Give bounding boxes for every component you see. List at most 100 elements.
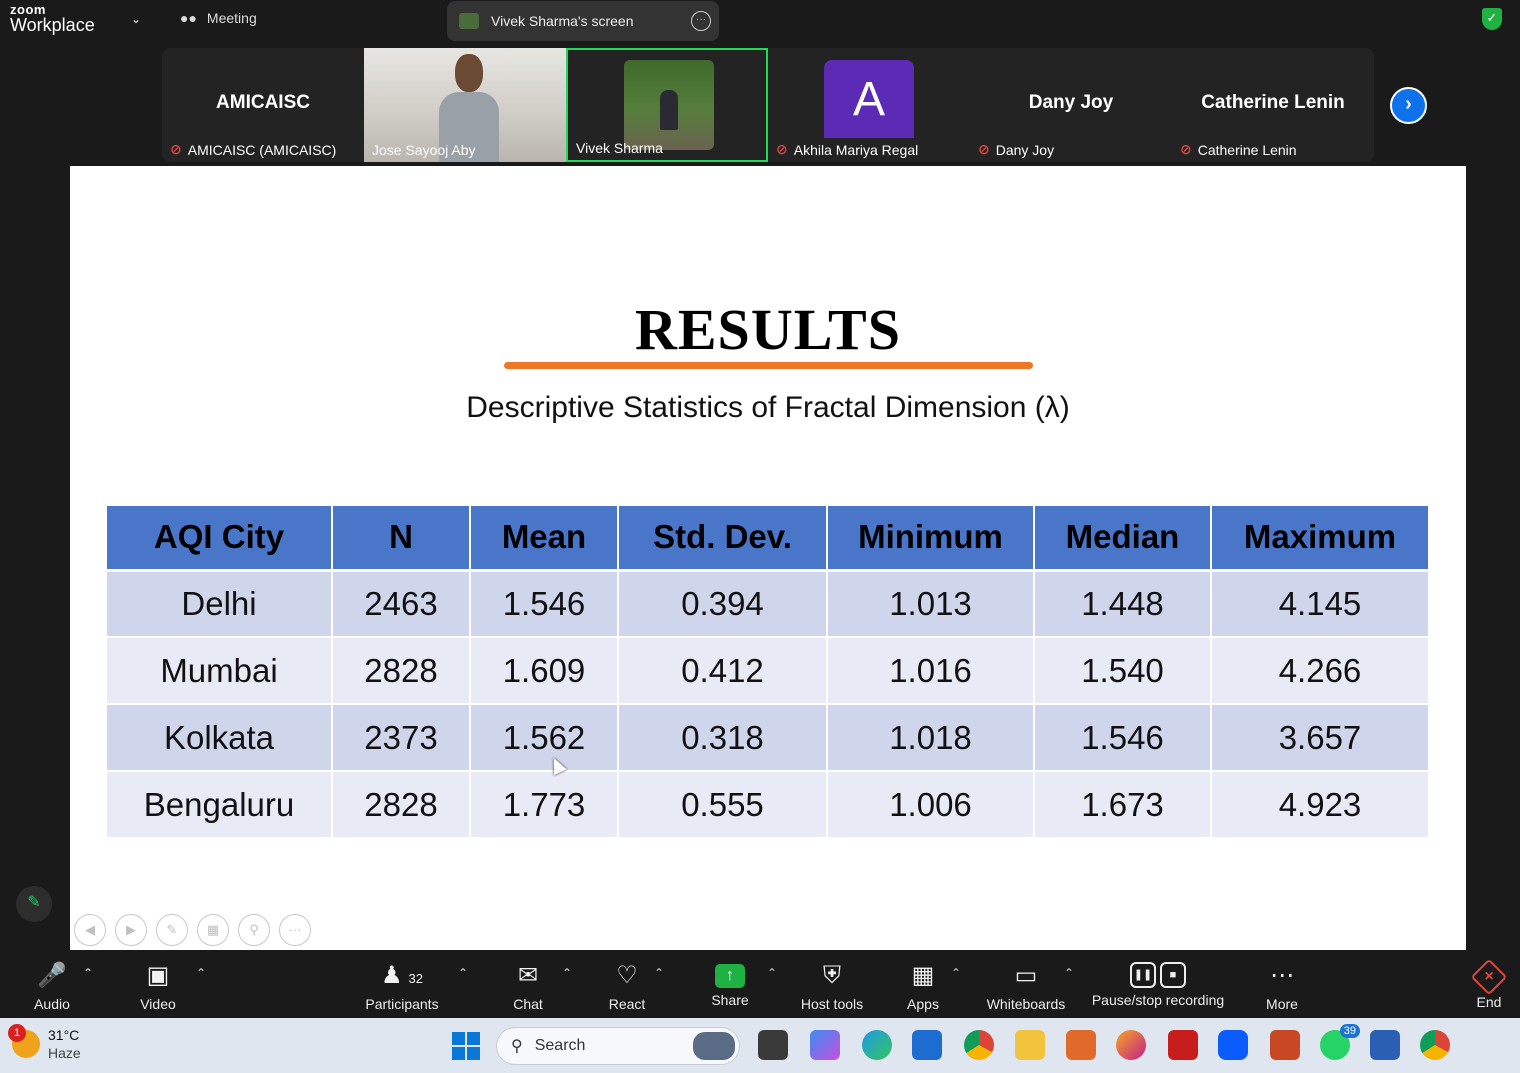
more-dots-icon: ⋯ xyxy=(1270,962,1294,989)
mic-muted-icon: ⊘ xyxy=(170,141,182,157)
file-explorer-icon[interactable] xyxy=(1015,1030,1045,1060)
microsoft-store-icon[interactable] xyxy=(912,1030,942,1060)
chat-options-chevron-icon[interactable]: ⌃ xyxy=(562,966,572,980)
column-header: Mean xyxy=(470,506,619,572)
participant-label-text: Vivek Sharma xyxy=(576,140,663,156)
whiteboards-button[interactable]: ▭ Whiteboards xyxy=(984,960,1068,1012)
participant-tile[interactable]: AMICAISC ⊘ AMICAISC (AMICAISC) xyxy=(162,48,364,162)
end-meeting-button[interactable]: × End xyxy=(1470,958,1508,1010)
zoom-icon[interactable]: ⚲ xyxy=(238,914,270,946)
title-underline xyxy=(504,362,1033,369)
apps-label: Apps xyxy=(907,996,939,1012)
share-button[interactable]: ↑ Share xyxy=(708,960,752,1008)
more-options-icon[interactable]: ··· xyxy=(279,914,311,946)
heart-icon: ♡ xyxy=(616,962,638,989)
table-cell: 1.018 xyxy=(827,704,1035,772)
weather-widget[interactable]: 1 31°C Haze xyxy=(8,1024,81,1062)
participant-tile[interactable]: Dany Joy ⊘ Dany Joy xyxy=(970,48,1172,162)
next-page-arrow-icon[interactable]: › xyxy=(1390,87,1427,124)
screen-label: Vivek Sharma's screen xyxy=(491,13,634,29)
table-row: Kolkata 2373 1.562 0.318 1.018 1.546 3.6… xyxy=(107,704,1428,772)
mic-muted-icon: ⊘ xyxy=(776,141,788,157)
slides-grid-icon[interactable]: ▦ xyxy=(197,914,229,946)
powerpoint-icon[interactable] xyxy=(1270,1030,1300,1060)
share-options-chevron-icon[interactable]: ⌃ xyxy=(767,966,777,980)
table-cell: 1.673 xyxy=(1034,771,1212,839)
word-icon[interactable] xyxy=(1370,1030,1400,1060)
table-cell: Kolkata xyxy=(107,704,333,772)
host-tools-button[interactable]: ⛨ Host tools xyxy=(798,960,866,1012)
apps-button[interactable]: ▦ Apps xyxy=(903,960,943,1012)
security-shield-icon[interactable]: ✓ xyxy=(1482,8,1502,30)
participant-tile[interactable]: Catherine Lenin ⊘ Catherine Lenin xyxy=(1172,48,1374,162)
task-view-icon[interactable] xyxy=(758,1030,788,1060)
whatsapp-badge: 39 xyxy=(1339,1024,1360,1038)
chrome-icon[interactable] xyxy=(964,1030,994,1060)
participant-tile[interactable]: A ⊘ Akhila Mariya Regal xyxy=(768,48,970,162)
acrobat-icon[interactable] xyxy=(1168,1030,1198,1060)
windows-start-icon[interactable] xyxy=(452,1032,480,1060)
table-cell: 1.546 xyxy=(1034,704,1212,772)
table-cell: Delhi xyxy=(107,570,333,638)
recording-button[interactable]: ❚❚ ■ Pause/stop recording xyxy=(1090,960,1226,1008)
audio-button[interactable]: 🎤 Audio xyxy=(30,960,74,1012)
table-cell: 1.562 xyxy=(470,704,619,772)
mic-muted-icon: ⊘ xyxy=(978,141,990,157)
react-button[interactable]: ♡ React xyxy=(605,960,649,1012)
edge-browser-icon[interactable] xyxy=(862,1030,892,1060)
video-button[interactable]: ▣ Video xyxy=(136,960,180,1012)
previous-slide-icon[interactable]: ◀ xyxy=(74,914,106,946)
statistics-table: AQI City N Mean Std. Dev. Minimum Median… xyxy=(107,506,1428,839)
matlab-icon[interactable] xyxy=(1066,1030,1096,1060)
video-options-chevron-icon[interactable]: ⌃ xyxy=(196,966,206,980)
participants-button[interactable]: ♟ 32 Participants xyxy=(362,960,442,1012)
whiteboards-options-chevron-icon[interactable]: ⌃ xyxy=(1064,966,1074,980)
firefox-icon[interactable] xyxy=(1116,1030,1146,1060)
chat-button[interactable]: ✉ Chat xyxy=(508,960,548,1012)
apps-options-chevron-icon[interactable]: ⌃ xyxy=(951,966,961,980)
meeting-button[interactable]: ●● Meeting xyxy=(180,10,257,26)
whatsapp-icon[interactable]: 39 xyxy=(1320,1024,1360,1060)
pen-icon[interactable]: ✎ xyxy=(156,914,188,946)
chrome-profile-icon[interactable] xyxy=(1420,1030,1450,1060)
avatar: A xyxy=(824,60,914,138)
table-cell: 1.540 xyxy=(1034,637,1212,705)
table-cell: 1.448 xyxy=(1034,570,1212,638)
share-label: Share xyxy=(711,992,749,1008)
chat-bubble-icon: ✉ xyxy=(517,962,539,989)
participant-label: ⊘ Akhila Mariya Regal xyxy=(776,141,918,158)
mic-off-icon: 🎤 xyxy=(37,962,67,989)
column-header: Minimum xyxy=(827,506,1035,572)
participants-icon: ♟ 32 xyxy=(381,962,423,989)
table-cell: 4.266 xyxy=(1211,637,1428,705)
participants-count: 32 xyxy=(408,971,423,986)
column-header: Median xyxy=(1034,506,1212,572)
shared-screen-pill[interactable]: Vivek Sharma's screen ··· xyxy=(447,1,719,41)
column-header: N xyxy=(332,506,471,572)
next-slide-icon[interactable]: ▶ xyxy=(115,914,147,946)
table-cell: 3.657 xyxy=(1211,704,1428,772)
table-cell: 4.923 xyxy=(1211,771,1428,839)
column-header: AQI City xyxy=(107,506,333,572)
audio-options-chevron-icon[interactable]: ⌃ xyxy=(83,966,93,980)
participant-label-text: Akhila Mariya Regal xyxy=(793,141,919,158)
more-button[interactable]: ⋯ More xyxy=(1262,960,1302,1012)
zoom-app-icon[interactable] xyxy=(1218,1030,1248,1060)
copilot-icon[interactable] xyxy=(810,1030,840,1060)
participant-label: ⊘ Catherine Lenin xyxy=(1180,141,1297,158)
windows-taskbar: 1 31°C Haze ⚲ Search 39 xyxy=(0,1018,1520,1073)
table-cell: 2828 xyxy=(332,637,471,705)
shared-slide: RESULTS Descriptive Statistics of Fracta… xyxy=(70,166,1466,950)
participant-tile-active-speaker[interactable]: Vivek Sharma xyxy=(566,48,768,162)
more-options-icon[interactable]: ··· xyxy=(691,11,711,31)
react-options-chevron-icon[interactable]: ⌃ xyxy=(654,966,664,980)
participant-tile-video[interactable]: Jose Sayooj Aby xyxy=(364,48,566,162)
temperature: 31°C xyxy=(48,1027,80,1043)
taskbar-search-input[interactable]: ⚲ Search xyxy=(496,1027,740,1065)
weather-condition: Haze xyxy=(48,1045,81,1061)
chevron-down-icon[interactable]: ⌄ xyxy=(131,12,141,26)
table-cell: Bengaluru xyxy=(107,771,333,839)
annotate-pencil-icon[interactable]: ✎ xyxy=(16,886,52,922)
participants-options-chevron-icon[interactable]: ⌃ xyxy=(458,966,468,980)
participant-name: AMICAISC xyxy=(216,92,310,113)
